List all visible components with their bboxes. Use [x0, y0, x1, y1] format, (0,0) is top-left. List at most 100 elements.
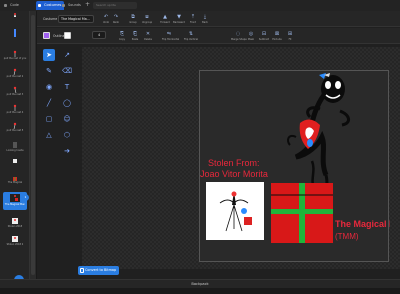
subtract-button[interactable]: ⊟ Subtract — [259, 30, 269, 43]
group-button[interactable]: ⧉ Group — [128, 13, 138, 26]
undo-icon: ↶ — [103, 14, 109, 20]
outline-color-swatch[interactable] — [64, 32, 71, 39]
original-art-thumbnail — [206, 182, 264, 240]
menu-bar: Code Costumes Sounds + Search sprite — [0, 0, 400, 11]
text-tool-icon[interactable]: T — [61, 81, 73, 93]
tab-sounds[interactable]: Sounds — [60, 1, 84, 10]
sprite-thumbnail — [10, 194, 20, 202]
sound-icon — [62, 4, 65, 7]
scrollbar-thumb[interactable] — [31, 15, 35, 275]
line-tool-icon[interactable]: ╱ — [43, 97, 55, 109]
sprite-thumbnail — [13, 86, 17, 93]
fill-tool-icon[interactable]: ◉ — [43, 81, 55, 93]
outline-size-input[interactable]: 4 — [92, 31, 106, 39]
sprite-label: Stolen 2018 2 — [6, 243, 24, 246]
tab-costumes-label: Costumes — [44, 3, 62, 7]
forward-label: Forward — [160, 21, 170, 24]
drawing-toolbox: ➤ ↗ ✎ ⌫ ◉ T ╱ ◯ ▢ ☺ △ ⬡ ➔ — [41, 47, 79, 157]
sprite-item[interactable]: pull the rest 5 — [3, 121, 27, 135]
arrow-tool-icon[interactable]: ➔ — [61, 145, 73, 157]
sprite-thumbnail — [13, 50, 17, 57]
sprite-thumbnail — [13, 68, 17, 75]
fit-button[interactable]: ⊞ Fit — [285, 30, 295, 43]
add-tab-icon[interactable]: + — [85, 1, 90, 8]
copy-label: Copy — [118, 38, 126, 41]
costume-name-input[interactable]: The Magical Ma... — [58, 15, 94, 23]
sprite-list-scrollbar[interactable] — [30, 11, 36, 279]
sprite-item[interactable]: pull the rest 3 — [3, 85, 27, 99]
sprite-item[interactable]: Stolen 2018 — [3, 217, 27, 231]
back-button[interactable]: ⤓ Back — [200, 13, 210, 26]
fill-color-swatch[interactable] — [43, 32, 50, 39]
redo-button[interactable]: ↷ Redo — [111, 13, 121, 26]
circle-tool-icon[interactable]: ◯ — [61, 97, 73, 109]
brush-icon — [38, 4, 41, 7]
costume-count-badge: 1 — [22, 194, 29, 201]
sprite-item[interactable]: Stolen 2018 2 — [3, 235, 27, 249]
reshape-tool-icon[interactable]: ↗ — [61, 49, 73, 61]
fit-label: Fit — [288, 38, 292, 41]
subtract-label: Subtract — [258, 38, 270, 41]
brush-tool-icon[interactable]: ✎ — [43, 65, 55, 77]
backward-button[interactable]: ▼ Backward — [173, 13, 185, 26]
mask-icon: ◎ — [248, 31, 254, 37]
stolen-from-line2: Joao Vitor Morita — [200, 169, 268, 179]
back-icon: ⤓ — [203, 14, 207, 20]
fit-icon: ⊞ — [287, 31, 293, 37]
sprite-item[interactable]: pull the rest of you — [3, 49, 27, 63]
sprite-label: pull the rest 5 — [6, 129, 24, 132]
sprite-label: The Magical Man — [4, 203, 26, 206]
sprite-label: pull the rest of you — [3, 57, 27, 60]
costume-editor: Costume The Magical Ma... ↶ Undo ↷ Redo ⧉ G… — [37, 11, 400, 279]
backpack-bar[interactable]: Backpack — [0, 279, 400, 288]
search-input[interactable]: Search sprite — [93, 2, 137, 9]
forward-button[interactable]: ▲ Forward — [160, 13, 170, 26]
polygon-tool-icon[interactable]: ⬡ — [61, 129, 73, 141]
copy-button[interactable]: ⎘ Copy — [117, 30, 127, 43]
front-button[interactable]: ⤒ Front — [188, 13, 198, 26]
sprite-label: pull the rest 3 — [6, 93, 24, 96]
mask-button[interactable]: ◎ Mask — [246, 30, 256, 43]
rectangle-tool-icon[interactable]: ▢ — [43, 113, 55, 125]
sprite-thumbnail — [13, 104, 17, 111]
paste-button[interactable]: ⎗ Paste — [130, 30, 140, 43]
sprite-item[interactable] — [3, 12, 27, 26]
sprite-label: Looking Inside — [6, 149, 24, 152]
sprite-item[interactable]: Looking Inside — [3, 141, 27, 155]
delete-icon: ✕ — [145, 31, 151, 37]
undo-button[interactable]: ↶ Undo — [101, 13, 111, 26]
paste-icon: ⎗ — [132, 31, 137, 37]
sprite-item[interactable]: The Magical — [3, 173, 27, 187]
drawing-canvas[interactable]: Stolen From: Joao Vitor Morita The Magic… — [82, 47, 400, 269]
copy-icon: ⎘ — [119, 31, 124, 37]
triangle-tool-icon[interactable]: △ — [43, 129, 55, 141]
group-icon: ⧉ — [131, 14, 135, 20]
sticker-tool-icon[interactable]: ☺ — [61, 113, 73, 125]
costume-artboard[interactable]: Stolen From: Joao Vitor Morita The Magic… — [199, 70, 400, 262]
bitmap-icon — [80, 268, 84, 273]
tab-code[interactable]: Code — [2, 1, 22, 10]
costume-label: Costume — [43, 17, 58, 21]
flip-vertical-label: Flip Vertical — [184, 38, 198, 41]
backward-icon: ▼ — [177, 14, 181, 20]
code-icon — [4, 4, 7, 7]
sprite-thumbnail — [14, 13, 16, 17]
select-tool-icon[interactable]: ➤ — [43, 49, 55, 61]
exclude-button[interactable]: ⊠ Exclude — [272, 30, 282, 43]
merge-shape-button[interactable]: ◌ Merge Shape — [231, 30, 247, 43]
sprite-thumbnail — [13, 142, 17, 148]
eraser-tool-icon[interactable]: ⌫ — [61, 65, 73, 77]
flip-horizontal-button[interactable]: ⇋ Flip Horizontal — [162, 30, 179, 43]
backpack-label: Backpack — [191, 282, 209, 286]
sprite-item[interactable] — [3, 29, 27, 43]
ungroup-button[interactable]: ⧈ Ungroup — [142, 13, 152, 26]
flip-vertical-button[interactable]: ⇅ Flip Vertical — [184, 30, 198, 43]
flip-horizontal-icon: ⇋ — [166, 31, 172, 37]
sprite-item[interactable]: pull the rest 2 — [3, 67, 27, 81]
convert-to-bitmap-button[interactable]: Convert to Bitmap — [78, 266, 119, 275]
sprite-thumbnail — [14, 29, 16, 37]
sprite-item[interactable]: pull the rest 4 — [3, 103, 27, 117]
sprite-item[interactable] — [3, 157, 27, 171]
stolen-from-line1: Stolen From: — [208, 158, 260, 168]
delete-button[interactable]: ✕ Delete — [143, 30, 153, 43]
